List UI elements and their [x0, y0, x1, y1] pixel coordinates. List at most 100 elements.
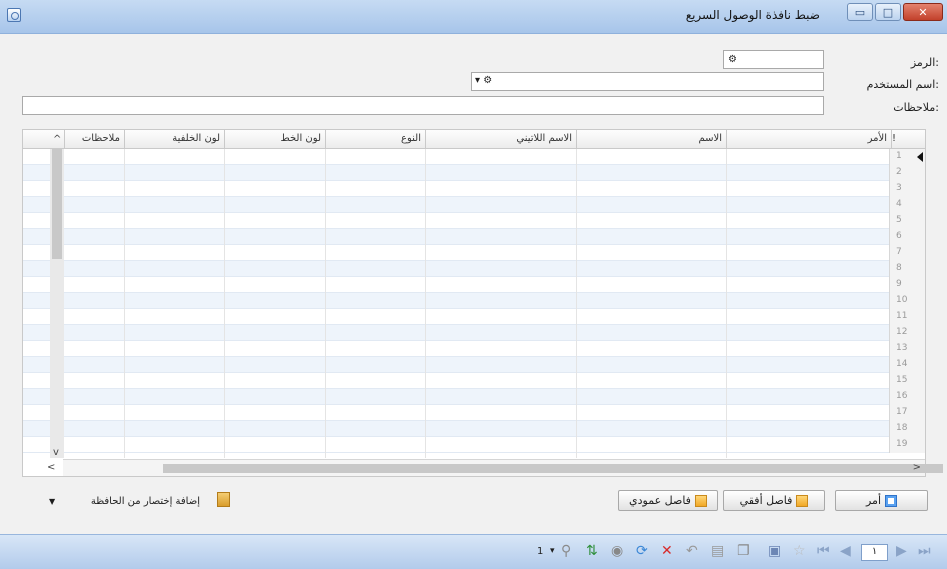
- paste-icon[interactable]: ▤: [711, 543, 724, 559]
- user-field[interactable]: ▾ ⚙: [471, 72, 824, 91]
- command-button[interactable]: أمر: [835, 490, 928, 511]
- sort-icon[interactable]: ⇅: [586, 543, 598, 559]
- app-icon[interactable]: [7, 8, 21, 22]
- delete-icon[interactable]: ✕: [661, 543, 673, 559]
- last-record-icon[interactable]: ⏭: [918, 543, 931, 559]
- table-row[interactable]: 2: [23, 165, 925, 181]
- maximize-icon: □: [882, 5, 894, 19]
- table-row[interactable]: 4: [23, 197, 925, 213]
- previous-record-icon[interactable]: ◀: [840, 543, 851, 559]
- row-number: 11: [889, 309, 925, 325]
- scroll-right-arrow-icon[interactable]: >: [913, 462, 921, 473]
- notes-field[interactable]: [22, 96, 824, 115]
- horizontal-separator-label: فاصل أفقي: [739, 494, 793, 507]
- window-controls: ▭ □ ✕: [847, 3, 943, 21]
- close-icon: ✕: [918, 5, 928, 19]
- horizontal-separator-button[interactable]: فاصل أفقي: [723, 490, 825, 511]
- user-label: اسم المستخدم:: [866, 78, 939, 91]
- view-icon[interactable]: ◉: [611, 543, 623, 559]
- table-row[interactable]: 19: [23, 437, 925, 453]
- table-row[interactable]: 13: [23, 341, 925, 357]
- table-row[interactable]: 10: [23, 293, 925, 309]
- minimize-button[interactable]: ▭: [847, 3, 873, 21]
- grid-line: [325, 149, 326, 458]
- clipboard-icon[interactable]: [217, 492, 230, 507]
- row-number: 7: [889, 245, 925, 261]
- table-row[interactable]: 6: [23, 229, 925, 245]
- current-row-marker-icon: [917, 152, 923, 162]
- horizontal-scrollbar-thumb[interactable]: [163, 464, 943, 473]
- maximize-button[interactable]: □: [875, 3, 901, 21]
- grid-line: [224, 149, 225, 458]
- grid-header: ! الأمر الاسم الاسم اللاتيني النوع لون ا…: [23, 130, 925, 149]
- next-record-icon[interactable]: ▶: [896, 543, 907, 559]
- vertical-separator-label: فاصل عمودي: [629, 494, 691, 507]
- search-icon[interactable]: ⚲: [561, 543, 571, 559]
- col-notes[interactable]: ملاحظات: [64, 130, 124, 149]
- row-number: 18: [889, 421, 925, 437]
- row-number: 10: [889, 293, 925, 309]
- add-shortcut-label[interactable]: إضافة إختصار من الحافظة: [91, 496, 200, 507]
- col-name[interactable]: الاسم: [576, 130, 726, 149]
- table-row[interactable]: 11: [23, 309, 925, 325]
- code-picker-icon[interactable]: ⚙: [728, 54, 737, 65]
- row-number: 16: [889, 389, 925, 405]
- title-bar: ▭ □ ✕ ضبط نافذة الوصول السريع: [0, 0, 947, 34]
- command-button-label: أمر: [865, 494, 882, 507]
- table-row[interactable]: 14: [23, 357, 925, 373]
- vertical-separator-button[interactable]: فاصل عمودي: [618, 490, 718, 511]
- table-row[interactable]: 7: [23, 245, 925, 261]
- row-number: 8: [889, 261, 925, 277]
- vertical-scrollbar-thumb[interactable]: [52, 149, 62, 259]
- scroll-left-arrow-icon[interactable]: <: [47, 462, 55, 473]
- col-indicator[interactable]: !: [891, 130, 899, 149]
- close-button[interactable]: ✕: [903, 3, 943, 21]
- code-label: الرمز:: [910, 56, 939, 69]
- scroll-down-arrow-icon[interactable]: v: [53, 447, 59, 458]
- row-number: 19: [889, 437, 925, 453]
- table-row[interactable]: 3: [23, 181, 925, 197]
- first-record-icon[interactable]: ⏮: [817, 543, 830, 559]
- col-type[interactable]: النوع: [325, 130, 425, 149]
- undo-icon[interactable]: ↶: [686, 543, 698, 559]
- row-number: 9: [889, 277, 925, 293]
- col-font-color[interactable]: لون الخط: [224, 130, 325, 149]
- vertical-separator-icon: [694, 494, 707, 507]
- horizontal-separator-icon: [796, 494, 809, 507]
- grid-line: [576, 149, 577, 458]
- horizontal-scrollbar[interactable]: < >: [47, 459, 943, 476]
- col-latin-name[interactable]: الاسم اللاتيني: [425, 130, 576, 149]
- table-row[interactable]: 17: [23, 405, 925, 421]
- code-field[interactable]: ⚙: [723, 50, 824, 69]
- row-number: 5: [889, 213, 925, 229]
- record-count: 1: [537, 546, 544, 557]
- col-bg-color[interactable]: لون الخلفية: [124, 130, 224, 149]
- commands-grid[interactable]: ! الأمر الاسم الاسم اللاتيني النوع لون ا…: [22, 129, 943, 477]
- row-number: 2: [889, 165, 925, 181]
- table-row[interactable]: 16: [23, 389, 925, 405]
- command-icon: [885, 494, 898, 507]
- table-row[interactable]: 8: [23, 261, 925, 277]
- refresh-icon[interactable]: ⟳: [636, 543, 648, 559]
- row-number: 6: [889, 229, 925, 245]
- row-number: 3: [889, 181, 925, 197]
- table-row[interactable]: 5: [23, 213, 925, 229]
- favorite-icon[interactable]: ☆: [793, 543, 806, 559]
- table-row[interactable]: 1: [23, 149, 925, 165]
- table-row[interactable]: 12: [23, 325, 925, 341]
- user-dropdown-icon[interactable]: ▾ ⚙: [475, 75, 492, 86]
- row-number: 15: [889, 373, 925, 389]
- table-row[interactable]: 15: [23, 373, 925, 389]
- page-number-field[interactable]: ١: [861, 544, 888, 561]
- table-row[interactable]: 18: [23, 421, 925, 437]
- dropdown-icon[interactable]: ▼: [49, 497, 55, 506]
- notes-label: ملاحظات:: [893, 101, 939, 114]
- count-dropdown-icon[interactable]: ▾: [550, 546, 555, 556]
- table-row[interactable]: 9: [23, 277, 925, 293]
- row-number: 12: [889, 325, 925, 341]
- col-command[interactable]: الأمر: [726, 130, 891, 149]
- save-icon[interactable]: ▣: [768, 543, 781, 559]
- scroll-up-arrow-icon[interactable]: ^: [53, 134, 61, 145]
- row-number: 14: [889, 357, 925, 373]
- copy-icon[interactable]: ❐: [737, 543, 750, 559]
